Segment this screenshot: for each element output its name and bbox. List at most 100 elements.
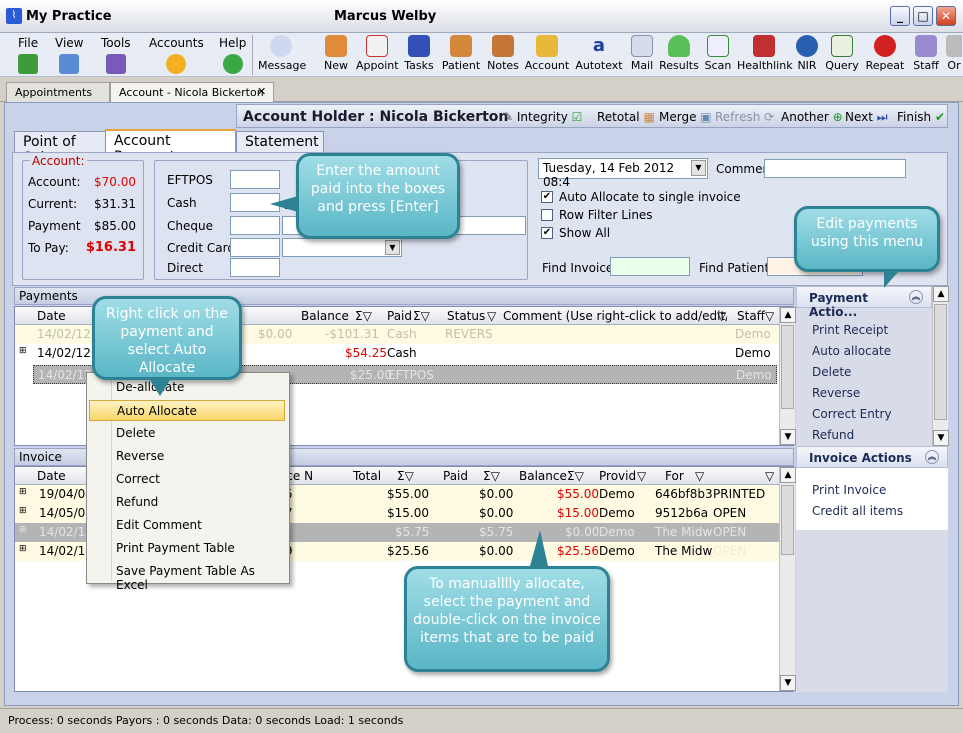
- collapse-icon[interactable]: ︽: [925, 450, 939, 464]
- comment-input[interactable]: [764, 159, 906, 178]
- scroll-up-icon[interactable]: ▲: [780, 307, 796, 323]
- another-button[interactable]: Another ⊕: [781, 110, 843, 124]
- toolbar-mail[interactable]: Mail: [628, 35, 656, 75]
- integrity-button[interactable]: ✎ Integrity ☑: [503, 110, 582, 124]
- status-filter-icon[interactable]: ▽: [487, 309, 496, 323]
- menu-refund[interactable]: Refund: [89, 492, 285, 513]
- merge-button[interactable]: Merge ▣: [659, 110, 712, 124]
- inv-balance-sum-filter-icon[interactable]: Σ▽: [567, 469, 584, 483]
- menu-reverse[interactable]: Reverse: [89, 446, 285, 467]
- toolbar-results[interactable]: Results: [659, 35, 699, 75]
- action-correct-entry[interactable]: Correct Entry: [812, 407, 892, 421]
- menu-deallocate[interactable]: De-allocate: [89, 377, 285, 398]
- actions-scrollbar[interactable]: ▲ ▼: [932, 286, 949, 446]
- toolbar-healthlink[interactable]: Healthlink: [737, 35, 793, 75]
- refresh-button[interactable]: Refresh ⟳: [715, 110, 774, 124]
- provider-filter-icon[interactable]: ▽: [637, 469, 646, 483]
- menu-tools[interactable]: Tools: [101, 36, 131, 74]
- tab-account-payment[interactable]: Account Payment: [105, 129, 236, 165]
- menu-print-payment-table[interactable]: Print Payment Table: [89, 538, 285, 559]
- status-filter-icon[interactable]: ▽: [765, 469, 774, 483]
- col-comment[interactable]: Comment (Use right-click to add/edit/del…: [503, 309, 727, 323]
- close-button[interactable]: ✕: [936, 6, 956, 26]
- col-inv-for[interactable]: For: [665, 469, 684, 483]
- minimize-button[interactable]: _: [890, 6, 910, 26]
- collapse-icon[interactable]: ︽: [909, 290, 923, 304]
- col-paid[interactable]: Paid: [387, 309, 412, 323]
- retotal-button[interactable]: Retotal ▦: [597, 110, 655, 124]
- col-inv-balance[interactable]: Balance: [519, 469, 567, 483]
- balance-sum-filter-icon[interactable]: Σ▽: [355, 309, 372, 323]
- col-inv-provider[interactable]: Provid: [599, 469, 636, 483]
- col-inv-total[interactable]: Total: [353, 469, 381, 483]
- menu-accounts[interactable]: Accounts: [149, 36, 204, 74]
- for-filter-icon[interactable]: ▽: [695, 469, 704, 483]
- payment-actions-header[interactable]: Payment Actio... ︽: [796, 286, 932, 319]
- toolbar-notes[interactable]: Notes: [486, 35, 520, 75]
- col-staff[interactable]: Staff: [737, 309, 765, 323]
- toolbar-new[interactable]: New: [320, 35, 352, 75]
- col-balance[interactable]: Balance: [301, 309, 349, 323]
- action-auto-allocate[interactable]: Auto allocate: [812, 344, 891, 358]
- tab-appointments[interactable]: Appointments: [6, 82, 110, 102]
- maximize-button[interactable]: □: [913, 6, 933, 26]
- row-filter-checkbox[interactable]: [541, 209, 553, 221]
- action-credit-all-items[interactable]: Credit all items: [812, 504, 903, 518]
- scroll-thumb[interactable]: [781, 325, 794, 409]
- expand-icon[interactable]: ⊞: [19, 346, 27, 356]
- toolbar-staff[interactable]: Staff: [910, 35, 942, 75]
- toolbar-patient[interactable]: Patient: [440, 35, 482, 75]
- scroll-thumb[interactable]: [781, 485, 794, 555]
- menu-help[interactable]: Help: [219, 36, 246, 74]
- direct-input[interactable]: [230, 258, 280, 277]
- action-reverse[interactable]: Reverse: [812, 386, 860, 400]
- close-tab-icon[interactable]: ✕: [257, 85, 266, 98]
- cheque-input[interactable]: [230, 216, 280, 235]
- expand-icon[interactable]: ⊞: [19, 525, 27, 535]
- action-refund[interactable]: Refund: [812, 428, 854, 442]
- scroll-up-icon[interactable]: ▲: [780, 467, 796, 483]
- menu-correct[interactable]: Correct: [89, 469, 285, 490]
- tab-account[interactable]: Account - Nicola Bickerton ✕: [110, 82, 274, 102]
- col-date[interactable]: Date: [37, 309, 66, 323]
- col-status[interactable]: Status: [447, 309, 485, 323]
- credit-card-input[interactable]: [230, 238, 280, 257]
- tab-statement[interactable]: Statement: [236, 131, 324, 153]
- tab-point-of-sale[interactable]: Point of Sale: [14, 131, 106, 166]
- toolbar-more[interactable]: Or: [946, 35, 962, 75]
- total-sum-filter-icon[interactable]: Σ▽: [397, 469, 414, 483]
- scroll-up-icon[interactable]: ▲: [933, 286, 949, 302]
- toolbar-autotext[interactable]: a Autotext: [574, 35, 624, 75]
- comment-filter-icon[interactable]: ▽: [717, 309, 726, 323]
- scroll-thumb[interactable]: [934, 304, 947, 420]
- toolbar-nir[interactable]: NIR: [794, 35, 820, 75]
- staff-filter-icon[interactable]: ▽: [765, 309, 774, 323]
- scroll-down-icon[interactable]: ▼: [780, 429, 796, 445]
- menu-file[interactable]: File: [18, 36, 38, 74]
- finish-button[interactable]: Finish ✔: [897, 110, 945, 124]
- menu-edit-comment[interactable]: Edit Comment: [89, 515, 285, 536]
- col-inv-date[interactable]: Date: [37, 469, 66, 483]
- menu-save-excel[interactable]: Save Payment Table As Excel: [89, 561, 285, 592]
- expand-icon[interactable]: ⊞: [19, 487, 27, 497]
- action-print-receipt[interactable]: Print Receipt: [812, 323, 888, 337]
- expand-icon[interactable]: ⊞: [19, 544, 27, 554]
- scroll-down-icon[interactable]: ▼: [780, 675, 796, 691]
- toolbar-repeat[interactable]: Repeat: [864, 35, 906, 75]
- action-delete[interactable]: Delete: [812, 365, 851, 379]
- eftpos-input[interactable]: [230, 170, 280, 189]
- menu-view[interactable]: View: [55, 36, 83, 74]
- date-picker[interactable]: Tuesday, 14 Feb 2012 08:4 ▼: [538, 158, 708, 189]
- toolbar-account[interactable]: Account: [524, 35, 570, 75]
- action-print-invoice[interactable]: Print Invoice: [812, 483, 886, 497]
- invoice-actions-header[interactable]: Invoice Actions ︽: [796, 446, 948, 468]
- toolbar-scan[interactable]: Scan: [703, 35, 733, 75]
- show-all-checkbox[interactable]: ✔: [541, 227, 553, 239]
- auto-allocate-checkbox[interactable]: ✔: [541, 191, 553, 203]
- toolbar-appoint[interactable]: Appoint: [356, 35, 399, 75]
- find-invoice-input[interactable]: [610, 257, 690, 276]
- paid-sum-filter-icon[interactable]: Σ▽: [413, 309, 430, 323]
- card-type-select[interactable]: ▼: [282, 238, 402, 257]
- next-button[interactable]: Next ⏭: [845, 110, 888, 125]
- expand-icon[interactable]: ⊞: [19, 506, 27, 516]
